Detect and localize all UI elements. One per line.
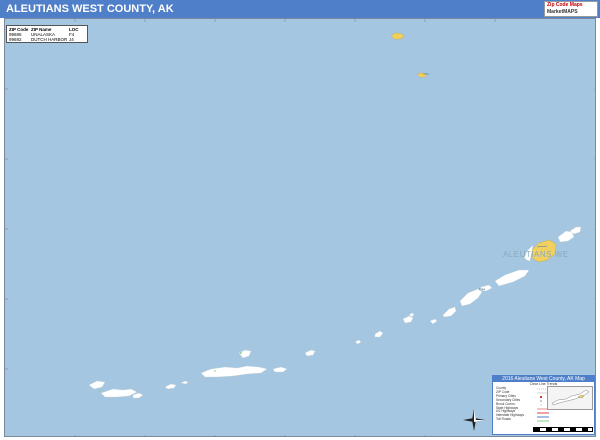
near-islands — [88, 380, 144, 399]
fox-islands — [429, 226, 582, 325]
zip-name-cell: DUTCH HARBOR — [31, 37, 68, 42]
map-title: ALEUTIANS WEST COUNTY, AK — [6, 3, 174, 15]
andreanof-islands — [164, 349, 288, 390]
county-place-label: ALEUTIANS WE — [503, 250, 569, 259]
atka-label: Atka — [479, 287, 486, 291]
pribilof-islands — [390, 32, 429, 78]
zip-loc-cell: J4 — [69, 37, 74, 42]
zip-code-table: ZIP Code ZIP Name LOC 99685 UNALASKA F4 … — [6, 25, 88, 43]
scale-bar — [533, 427, 593, 432]
legend-inset-map — [547, 386, 593, 410]
central-islands — [304, 312, 415, 357]
map-legend: 2016 Aleutians West County, AK Map Clear… — [492, 375, 595, 435]
table-row: 99692 DUTCH HARBOR J4 — [9, 37, 85, 42]
zip-code-cell: 99692 — [9, 37, 22, 42]
map-title-bar: ALEUTIANS WEST COUNTY, AK Zip Code Maps … — [0, 0, 600, 18]
legend-items: County ZIP Code Primary Cities Secondary… — [496, 386, 536, 422]
logo-line-1: Zip Code Maps — [547, 2, 583, 8]
compass-rose-icon — [462, 408, 486, 437]
publisher-logo: Zip Code Maps MarketMAPS — [544, 1, 598, 17]
legend-item: Toll Roads — [496, 417, 511, 422]
logo-line-2: MarketMAPS — [547, 9, 578, 15]
vegetation-specks — [99, 258, 526, 392]
